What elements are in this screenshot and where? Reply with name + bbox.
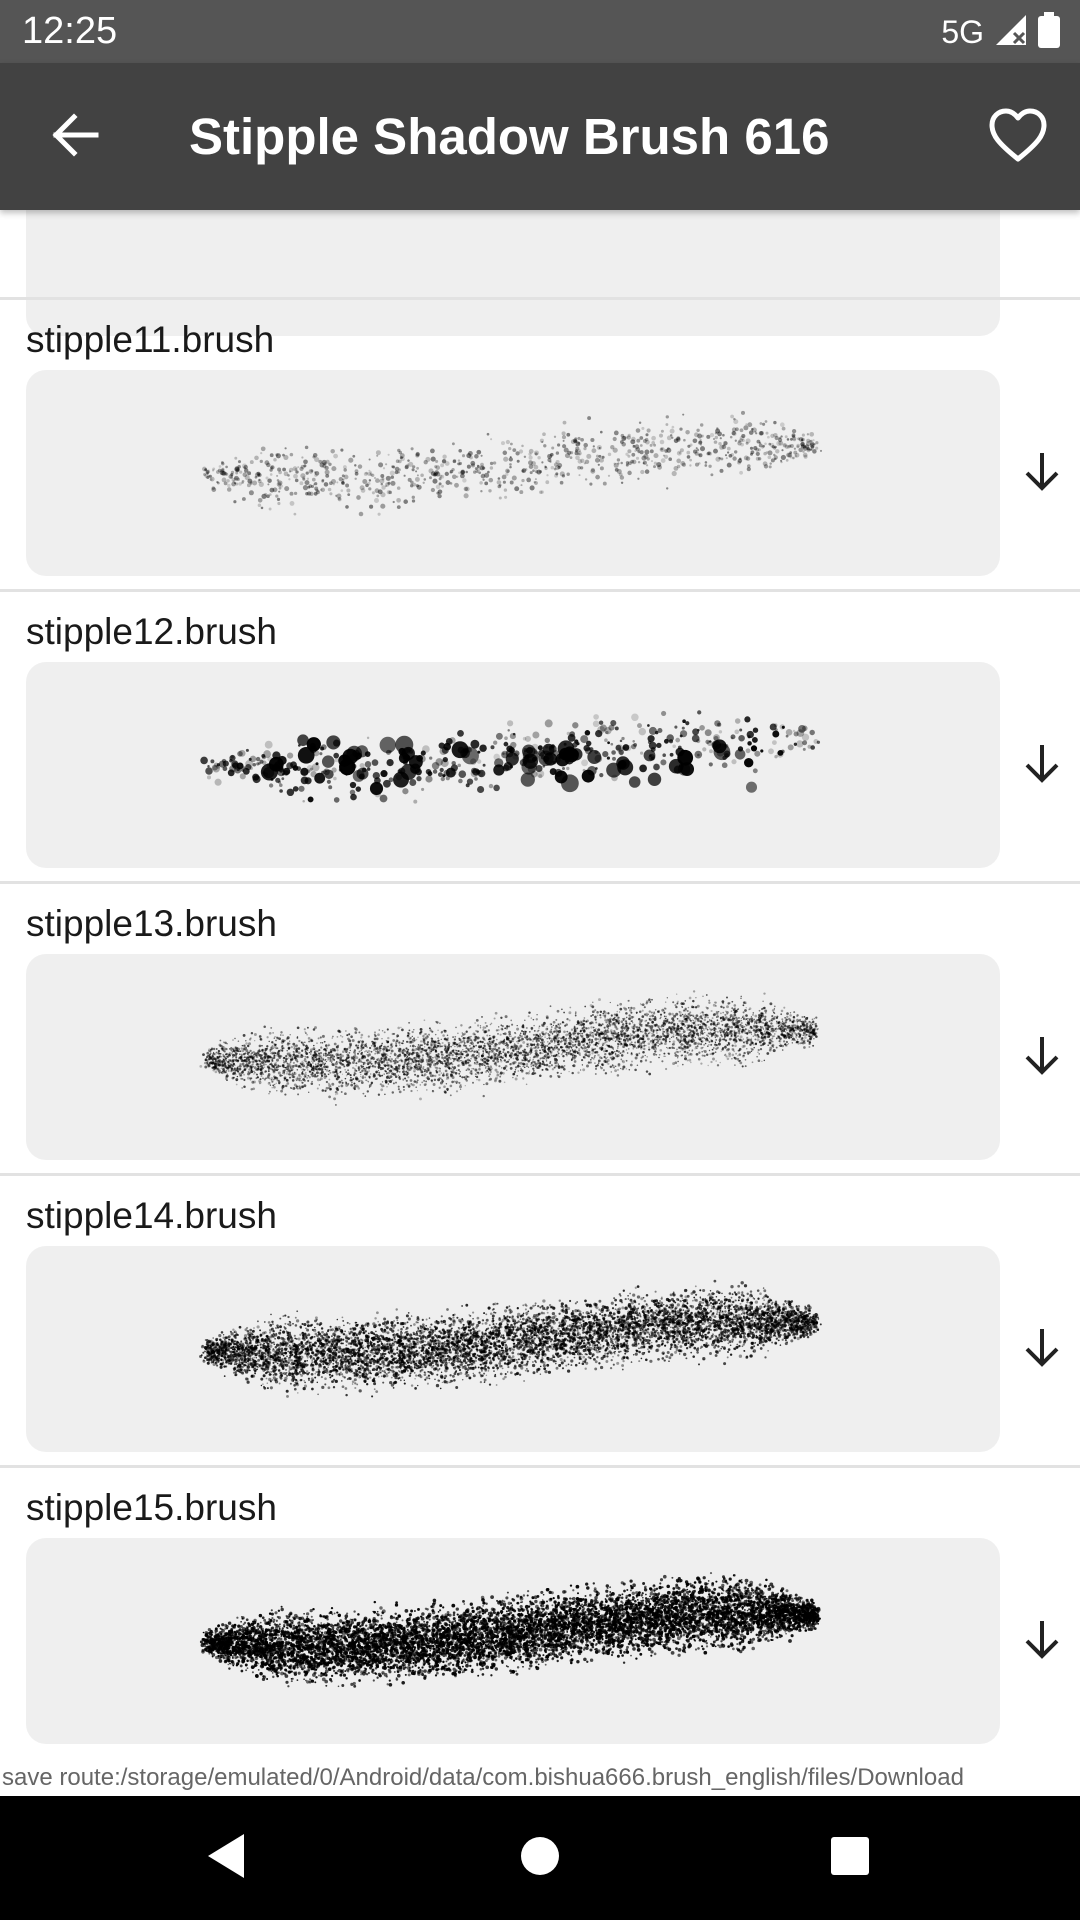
brush-name: stipple15.brush — [26, 1486, 277, 1530]
download-button[interactable] — [1012, 735, 1072, 795]
navigation-bar — [0, 1796, 1080, 1920]
circle-home-icon — [520, 1836, 560, 1881]
brush-stroke — [202, 410, 823, 517]
heart-outline-icon — [988, 107, 1048, 168]
brush-stroke — [199, 990, 819, 1106]
nav-home-button[interactable] — [500, 1818, 580, 1898]
divider — [0, 297, 1080, 300]
favorite-button[interactable] — [980, 99, 1056, 175]
arrow-down-icon — [1023, 743, 1061, 788]
arrow-down-icon — [1023, 451, 1061, 496]
status-time: 12:25 — [22, 10, 117, 53]
brush-name: stipple13.brush — [26, 902, 277, 946]
download-button[interactable] — [1012, 1027, 1072, 1087]
brush-preview[interactable] — [26, 370, 1000, 576]
battery-icon — [1038, 11, 1060, 53]
brush-list[interactable]: stipple11.brush stipple12.brush stipple1… — [0, 210, 1080, 1760]
brush-preview[interactable] — [26, 954, 1000, 1160]
back-button[interactable] — [40, 103, 108, 171]
divider — [0, 881, 1080, 884]
download-button[interactable] — [1012, 1319, 1072, 1379]
status-icons: 5G — [941, 11, 1060, 53]
brush-stroke — [199, 1279, 822, 1398]
arrow-back-icon — [48, 109, 100, 166]
brush-name: stipple11.brush — [26, 318, 274, 362]
brush-preview[interactable] — [26, 1538, 1000, 1744]
app-bar: Stipple Shadow Brush 616 — [0, 63, 1080, 210]
brush-name: stipple12.brush — [26, 610, 277, 654]
save-route-text: save route:/storage/emulated/0/Android/d… — [0, 1760, 1080, 1796]
download-button[interactable] — [1012, 443, 1072, 503]
triangle-back-icon — [204, 1832, 248, 1885]
brush-stroke — [199, 1572, 821, 1688]
status-bar: 12:25 5G — [0, 0, 1080, 63]
square-recents-icon — [830, 1836, 870, 1881]
brush-preview[interactable] — [26, 1246, 1000, 1452]
arrow-down-icon — [1023, 1035, 1061, 1080]
arrow-down-icon — [1023, 1619, 1061, 1664]
brush-preview[interactable] — [26, 662, 1000, 868]
brush-name: stipple14.brush — [26, 1194, 277, 1238]
nav-recents-button[interactable] — [810, 1818, 890, 1898]
nav-back-button[interactable] — [186, 1818, 266, 1898]
divider — [0, 1465, 1080, 1468]
network-type: 5G — [941, 14, 984, 51]
download-button[interactable] — [1012, 1611, 1072, 1671]
signal-icon — [994, 13, 1028, 52]
divider — [0, 1173, 1080, 1176]
divider — [0, 589, 1080, 592]
arrow-down-icon — [1023, 1327, 1061, 1372]
page-title: Stipple Shadow Brush 616 — [189, 103, 829, 171]
brush-stroke — [200, 710, 821, 804]
